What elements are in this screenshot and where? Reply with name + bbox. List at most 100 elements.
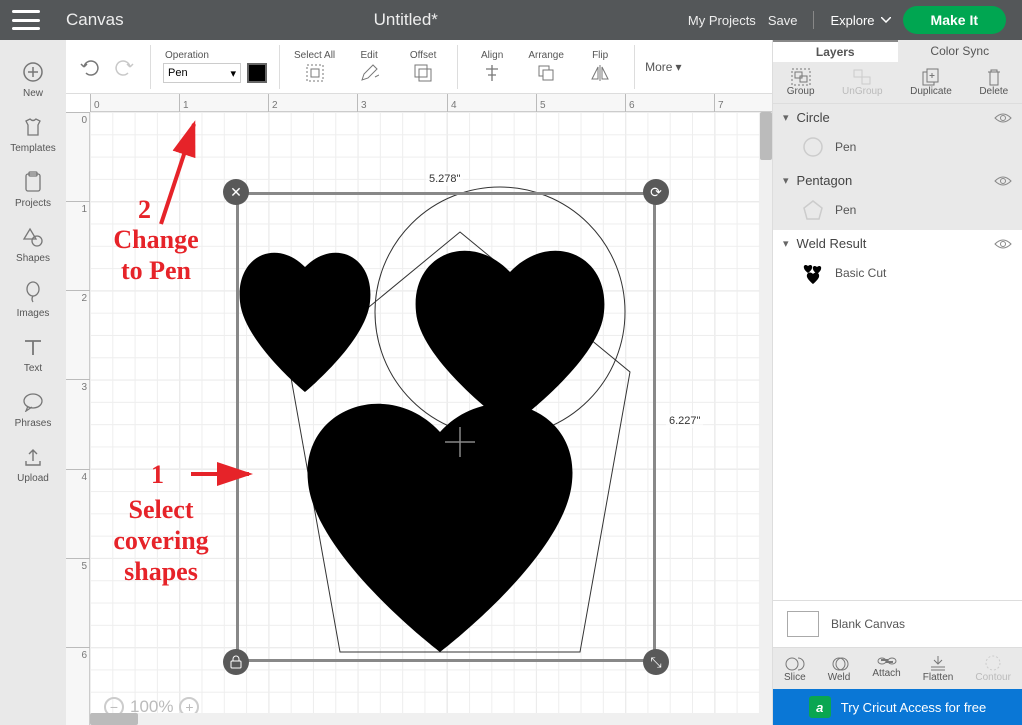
attach-button[interactable]: Attach (872, 654, 900, 683)
chevron-down-icon: ▾ (783, 111, 789, 124)
slice-button[interactable]: Slice (784, 654, 806, 683)
layer-pentagon-sub[interactable]: Pen (773, 194, 1022, 230)
lock-handle[interactable] (223, 649, 249, 675)
text-icon (21, 335, 45, 359)
layer-pentagon[interactable]: ▾ Pentagon (773, 167, 1022, 194)
make-it-button[interactable]: Make It (903, 6, 1006, 34)
blank-canvas-row[interactable]: Blank Canvas (773, 600, 1022, 648)
resize-handle[interactable]: ⤡ (643, 649, 669, 675)
canvas[interactable]: 0 1 2 3 4 5 6 7 0 1 2 3 4 5 6 (66, 94, 772, 725)
delete-button[interactable]: Delete (979, 68, 1008, 97)
rotate-handle[interactable]: ⟳ (643, 179, 669, 205)
layer-name: Circle (797, 110, 830, 125)
plus-circle-icon (21, 60, 45, 84)
sidebar-label: Projects (15, 198, 51, 209)
duplicate-icon (922, 68, 940, 86)
scrollbar-vertical[interactable] (760, 112, 772, 713)
document-title[interactable]: Untitled* (136, 10, 676, 30)
arrange-button[interactable]: Arrange (526, 50, 566, 83)
more-menu[interactable]: More▾ (634, 45, 681, 89)
attach-icon (877, 654, 897, 668)
visibility-toggle[interactable] (994, 175, 1012, 187)
sidebar-label: Text (24, 363, 42, 374)
duplicate-button[interactable]: Duplicate (910, 68, 952, 97)
menu-icon[interactable] (12, 10, 40, 30)
layer-name: Pentagon (797, 173, 853, 188)
annotation-step1-text: Select covering shapes (96, 494, 226, 588)
pencil-icon (359, 63, 379, 83)
visibility-toggle[interactable] (994, 238, 1012, 250)
selection-width-label: 5.278" (426, 172, 463, 186)
offset-button[interactable]: Offset (403, 50, 443, 83)
sidebar-item-images[interactable]: Images (0, 274, 66, 325)
operation-select[interactable]: Pen ▾ (163, 63, 241, 83)
eye-icon (994, 238, 1012, 250)
sidebar-label: New (23, 88, 43, 99)
lock-icon (230, 655, 242, 669)
sidebar-item-phrases[interactable]: Phrases (0, 384, 66, 435)
align-button[interactable]: Align (472, 50, 512, 83)
dropdown-arrow-icon: ▾ (230, 67, 236, 80)
layer-name: Weld Result (797, 236, 867, 251)
sidebar-label: Templates (10, 143, 56, 154)
sidebar-item-projects[interactable]: Projects (0, 164, 66, 215)
sidebar-item-new[interactable]: New (0, 54, 66, 105)
tab-color-sync[interactable]: Color Sync (898, 40, 1022, 62)
group-icon (791, 68, 811, 86)
contour-icon (984, 654, 1002, 672)
weld-button[interactable]: Weld (828, 654, 851, 683)
select-all-button[interactable]: Select All (294, 50, 335, 83)
edit-button[interactable]: Edit (349, 50, 389, 83)
my-projects-link[interactable]: My Projects (688, 13, 756, 28)
contour-button[interactable]: Contour (975, 654, 1011, 683)
layer-op: Pen (835, 140, 856, 154)
chevron-down-icon: ▾ (783, 174, 789, 187)
more-label: More (645, 60, 672, 74)
color-swatch[interactable] (247, 63, 267, 83)
explore-menu[interactable]: Explore (830, 13, 890, 28)
save-link[interactable]: Save (768, 13, 798, 28)
sidebar-item-text[interactable]: Text (0, 329, 66, 380)
flatten-icon (929, 654, 947, 672)
sidebar-item-templates[interactable]: Templates (0, 109, 66, 160)
delete-handle[interactable]: ✕ (223, 179, 249, 205)
banner-text: Try Cricut Access for free (841, 700, 986, 715)
layer-weld-result[interactable]: ▾ Weld Result (773, 230, 1022, 257)
visibility-toggle[interactable] (994, 112, 1012, 124)
annotation-step1-num: 1 (151, 459, 164, 490)
top-bar: Canvas Untitled* My Projects Save Explor… (0, 0, 1022, 40)
align-icon (482, 63, 502, 83)
shirt-icon (21, 115, 45, 139)
left-sidebar: New Templates Projects Shapes Images Tex… (0, 40, 66, 725)
annotation-step2-num: 2 (138, 194, 151, 225)
layer-circle-sub[interactable]: Pen (773, 131, 1022, 167)
eye-icon (994, 175, 1012, 187)
offset-icon (413, 63, 433, 83)
divider (813, 11, 814, 29)
layer-weld-sub[interactable]: Basic Cut (773, 257, 1022, 293)
explore-label: Explore (830, 13, 874, 28)
flip-button[interactable]: Flip (580, 50, 620, 83)
layers-list: ▾ Circle Pen ▾ Pentagon Pen (773, 104, 1022, 600)
selection-height-label: 6.227" (666, 414, 703, 428)
hearts-preview-icon (801, 261, 825, 285)
sidebar-label: Upload (17, 473, 49, 484)
access-banner[interactable]: a Try Cricut Access for free (773, 689, 1022, 725)
flatten-button[interactable]: Flatten (923, 654, 954, 683)
group-button[interactable]: Group (787, 68, 815, 97)
redo-icon[interactable] (114, 58, 136, 76)
arrange-icon (536, 63, 556, 83)
clipboard-icon (21, 170, 45, 194)
sidebar-item-upload[interactable]: Upload (0, 439, 66, 490)
scrollbar-horizontal[interactable] (90, 713, 772, 725)
sidebar-item-shapes[interactable]: Shapes (0, 219, 66, 270)
layer-circle[interactable]: ▾ Circle (773, 104, 1022, 131)
undo-icon[interactable] (78, 58, 100, 76)
tab-layers[interactable]: Layers (773, 40, 898, 62)
annotation-step2-text: Change to Pen (86, 224, 226, 286)
pentagon-preview-icon (801, 198, 825, 222)
selection-box[interactable] (236, 192, 656, 662)
layer-op: Pen (835, 203, 856, 217)
ungroup-button[interactable]: UnGroup (842, 68, 883, 97)
right-tabs: Layers Color Sync (773, 40, 1022, 62)
